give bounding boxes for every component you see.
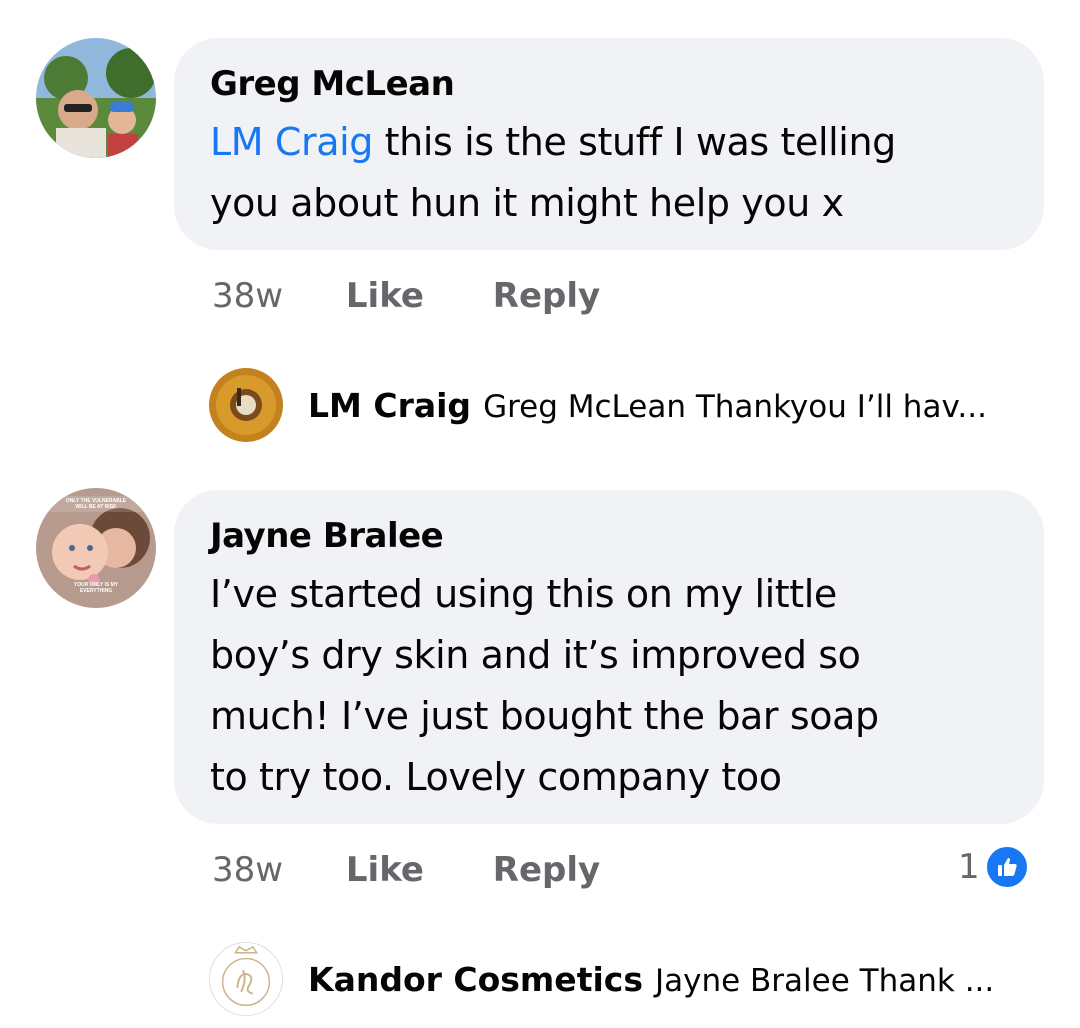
avatar-photo: ONLY THE VULNERABLE WILL BE AT RISK YOUR… — [36, 488, 156, 608]
comment-text-line: boy’s dry skin and it’s improved so — [210, 633, 861, 677]
reaction-count: 1 — [958, 847, 980, 887]
comment-text-line: I’ve started using this on my little — [210, 572, 837, 616]
avatar-overlay-text: WILL BE AT RISK — [75, 504, 117, 510]
reply-preview[interactable]: LM Craig Greg McLean Thankyou I’ll hav... — [308, 386, 987, 432]
like-button[interactable]: Like — [346, 850, 424, 890]
avatar-jayne-bralee[interactable]: ONLY THE VULNERABLE WILL BE AT RISK YOUR… — [36, 488, 156, 608]
comment-timestamp[interactable]: 38w — [212, 276, 283, 316]
avatar-photo — [209, 368, 283, 442]
reply-text: Jayne Bralee Thank ... — [654, 963, 995, 999]
comment-text: LM Craig this is the stuff I was telling… — [210, 112, 1030, 234]
reply-author[interactable]: Kandor Cosmetics — [308, 960, 643, 999]
comment-meta: 38w Like Reply — [212, 276, 600, 316]
comment-text-line: to try too. Lovely company too — [210, 755, 782, 799]
comment-bubble: Jayne Bralee I’ve started using this on … — [174, 490, 1044, 824]
thumbs-up-icon — [983, 844, 1030, 890]
comment-text-line: you about hun it might help you x — [210, 181, 844, 225]
brand-logo — [210, 943, 282, 1015]
reaction-summary[interactable]: 1 — [958, 843, 1030, 891]
reply-author[interactable]: LM Craig — [308, 386, 471, 425]
reply-text: Greg McLean Thankyou I’ll hav... — [483, 389, 987, 425]
avatar-lm-craig[interactable] — [209, 368, 283, 442]
reply-button[interactable]: Reply — [493, 276, 600, 316]
comment-timestamp[interactable]: 38w — [212, 850, 283, 890]
avatar-overlay-text: EVERYTHING — [80, 588, 112, 594]
avatar-photo — [36, 38, 156, 158]
comment-text-line: this is the stuff I was telling — [372, 120, 897, 164]
comment-text: I’ve started using this on my little boy… — [210, 564, 1030, 808]
comment-meta: 38w Like Reply — [212, 850, 600, 890]
reply-button[interactable]: Reply — [493, 850, 600, 890]
comment-author[interactable]: Jayne Bralee — [210, 516, 444, 556]
mention-link[interactable]: LM Craig — [210, 120, 373, 164]
avatar-greg-mclean[interactable] — [36, 38, 156, 158]
avatar-kandor-cosmetics[interactable] — [209, 942, 283, 1016]
comment-bubble: Greg McLean LM Craig this is the stuff I… — [174, 38, 1044, 250]
comment-text-line: much! I’ve just bought the bar soap — [210, 694, 879, 738]
like-button[interactable]: Like — [346, 276, 424, 316]
comment-author[interactable]: Greg McLean — [210, 64, 455, 104]
reply-preview[interactable]: Kandor Cosmetics Jayne Bralee Thank ... — [308, 960, 994, 1006]
